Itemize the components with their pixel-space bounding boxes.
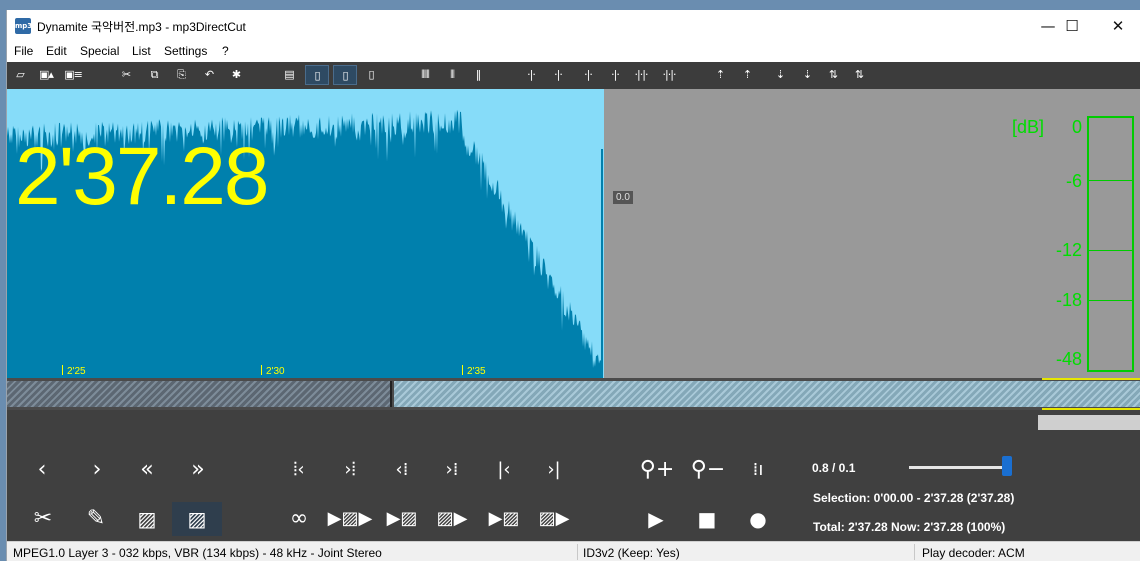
overview-remaining-region: [394, 381, 1140, 407]
close-button[interactable]: ✕: [1095, 10, 1140, 42]
edit-icon-6[interactable]: ⇅: [850, 65, 868, 85]
app-icon: mp3: [15, 18, 32, 34]
page-2-icon[interactable]: ▯: [333, 65, 357, 85]
cue-icon-5[interactable]: ·|·|·: [629, 65, 653, 85]
menu-edit[interactable]: Edit: [46, 44, 67, 58]
ruler-mark: 2'35: [462, 365, 486, 377]
volume-slider[interactable]: [909, 466, 1009, 469]
edit-icon-5[interactable]: ⇅: [824, 65, 842, 85]
prev-icon[interactable]: ‹: [17, 453, 67, 487]
status-bar: MPEG1.0 Layer 3 - 032 kbps, VBR (134 kbp…: [7, 541, 1140, 561]
app-window: mp3 Dynamite 국악버전.mp3 - mp3DirectCut — ☐…: [6, 10, 1140, 561]
undo-icon[interactable]: ↶: [200, 65, 218, 85]
zoom-in-icon[interactable]: ⚲+: [632, 453, 682, 487]
db-label: -12: [1055, 240, 1082, 260]
db-label: 0: [1071, 117, 1082, 137]
stop-icon[interactable]: ■: [682, 502, 732, 536]
total-info: Total: 2'37.28 Now: 2'37.28 (100%): [813, 520, 1006, 534]
next-icon[interactable]: ›: [72, 453, 122, 487]
position-badge: 0.0: [613, 191, 633, 204]
volume-level-icon[interactable]: ⁞ı: [733, 453, 783, 487]
maximize-button[interactable]: ☐: [1049, 10, 1095, 42]
overview-bar[interactable]: [7, 378, 1140, 410]
time-display: 2'37.28: [15, 131, 269, 222]
fade-out-icon[interactable]: ▨: [172, 502, 222, 536]
scissors-icon[interactable]: ✂: [18, 502, 68, 536]
cue-icon-1[interactable]: ·|·: [522, 65, 540, 85]
volume-slider-thumb[interactable]: [1002, 456, 1012, 476]
page-icon[interactable]: ▤: [280, 65, 298, 85]
play-sel-end-icon[interactable]: ▶▨: [377, 502, 427, 536]
cue-icon-3[interactable]: ·|·: [579, 65, 597, 85]
save-as-icon[interactable]: ▣≡: [62, 65, 84, 85]
edit-icon-2[interactable]: ⇡: [739, 65, 755, 85]
db-label: -6: [1065, 171, 1082, 191]
loop-icon[interactable]: ∞: [274, 502, 324, 536]
marker-a-icon[interactable]: ⦀⦀: [413, 65, 437, 85]
waveform-view[interactable]: 2'37.28 2'25 2'30 2'35: [7, 89, 604, 378]
meter-scroll-area: [1038, 415, 1140, 430]
play-selection-icon[interactable]: ▶▨▶: [325, 502, 375, 536]
menu-help[interactable]: ?: [222, 44, 229, 58]
empty-wave-region[interactable]: 0.0 [dB] 0 -6 -12 -18 -48: [604, 89, 1140, 378]
cue-prev-icon[interactable]: ‹⁞: [377, 453, 427, 487]
cue-icon-4[interactable]: ·|·: [606, 65, 624, 85]
zoom-ratio: 0.8 / 0.1: [812, 461, 856, 475]
toolbar: ▱ ▣▴ ▣≡ ✂ ⧉ ⎘ ↶ ✱ ▤ ▯ ▯ ▯ ⦀⦀ ⦀ ‖ ·|· ·|·…: [7, 62, 1140, 89]
edit-icon-4[interactable]: ⇣: [799, 65, 815, 85]
settings-icon[interactable]: ✱: [227, 65, 245, 85]
marker-b-icon[interactable]: ⦀: [443, 65, 461, 85]
menu-file[interactable]: File: [14, 44, 33, 58]
ruler-mark: 2'30: [261, 365, 285, 377]
control-panel: ‹ › « » ⦙‹ ›⦙ ‹⁞ ›⁞ |‹ ›| ⚲+ ⚲− ⁞ı ✂ ✎ ▨…: [7, 410, 1140, 541]
overview-view-marker: [1042, 378, 1140, 380]
fade-in-icon[interactable]: ▨: [122, 502, 172, 536]
format-status: MPEG1.0 Layer 3 - 032 kbps, VBR (134 kbp…: [13, 546, 382, 560]
menu-bar: File Edit Special List Settings ?: [7, 42, 1140, 62]
cue-icon-6[interactable]: ·|·|·: [657, 65, 681, 85]
open-icon[interactable]: ▱: [11, 65, 29, 85]
copy-icon[interactable]: ⧉: [145, 65, 163, 85]
zoom-out-icon[interactable]: ⚲−: [683, 453, 733, 487]
cue-next-icon[interactable]: ›⁞: [427, 453, 477, 487]
level-meter: [1087, 116, 1134, 372]
sel-start-left-icon[interactable]: ⦙‹: [274, 453, 324, 487]
overview-played-region: [7, 381, 392, 407]
window-title: Dynamite 국악버전.mp3 - mp3DirectCut: [37, 20, 246, 34]
fast-forward-icon[interactable]: »: [173, 453, 223, 487]
cue-icon-2[interactable]: ·|·: [549, 65, 567, 85]
save-icon[interactable]: ▣▴: [35, 65, 57, 85]
menu-list[interactable]: List: [132, 44, 151, 58]
pencil-icon[interactable]: ✎: [71, 502, 121, 536]
sel-end-right-icon[interactable]: ›⦙: [325, 453, 375, 487]
edit-icon-3[interactable]: ⇣: [772, 65, 788, 85]
cut-icon[interactable]: ✂: [117, 65, 135, 85]
db-label: -18: [1055, 290, 1082, 310]
go-end-icon[interactable]: ›|: [529, 453, 579, 487]
play-sel-start-icon[interactable]: ▨▶: [427, 502, 477, 536]
selection-info: Selection: 0'00.00 - 2'37.28 (2'37.28): [813, 491, 1015, 505]
ruler-mark: 2'25: [62, 365, 86, 377]
play-icon[interactable]: ▶: [631, 502, 681, 536]
page-3-icon[interactable]: ▯: [362, 65, 380, 85]
play-to-end-icon[interactable]: ▶▨: [479, 502, 529, 536]
title-bar: mp3 Dynamite 국악버전.mp3 - mp3DirectCut — ☐…: [7, 10, 1140, 42]
db-label: -48: [1055, 349, 1082, 369]
record-icon[interactable]: ●: [733, 502, 783, 536]
menu-special[interactable]: Special: [80, 44, 119, 58]
play-from-start-icon[interactable]: ▨▶: [529, 502, 579, 536]
menu-settings[interactable]: Settings: [164, 44, 207, 58]
pause-marker-icon[interactable]: ‖: [469, 65, 487, 85]
go-start-icon[interactable]: |‹: [479, 453, 529, 487]
rewind-icon[interactable]: «: [122, 453, 172, 487]
id3-status: ID3v2 (Keep: Yes): [583, 546, 680, 560]
db-unit-label: [dB]: [1012, 117, 1045, 137]
paste-icon[interactable]: ⎘: [172, 65, 190, 85]
page-1-icon[interactable]: ▯: [305, 65, 329, 85]
decoder-status: Play decoder: ACM: [922, 546, 1025, 560]
edit-icon-1[interactable]: ⇡: [712, 65, 728, 85]
